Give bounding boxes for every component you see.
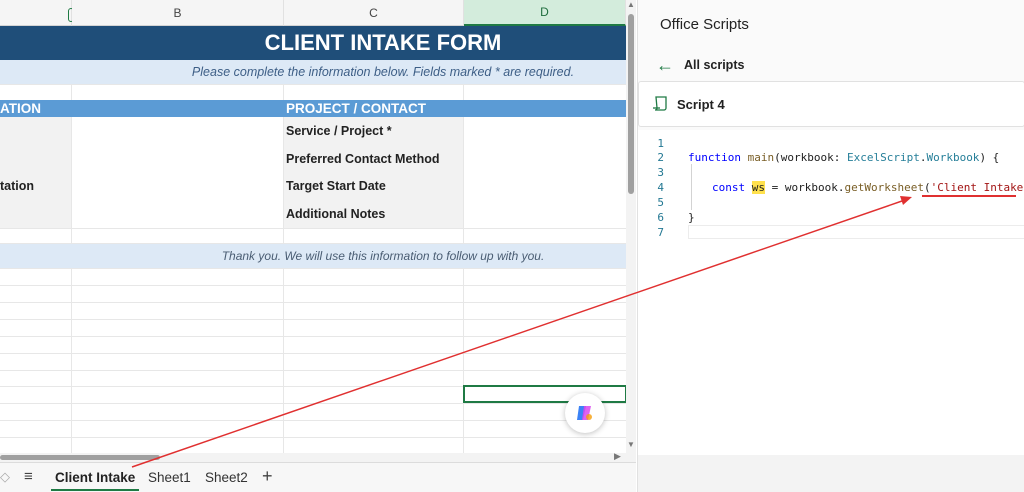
form-title: CLIENT INTAKE FORM [0, 26, 626, 60]
sheet-tab-bar: ◇ ≡ Client Intake Sheet1 Sheet2 + [0, 462, 636, 492]
indent-guide [691, 164, 692, 210]
field-label-start-date: Target Start Date [286, 179, 386, 193]
code-string-literal: 'Client Intake' [930, 181, 1024, 194]
left-field-label: tation [0, 179, 35, 193]
grid-line [0, 403, 626, 404]
column-header-d[interactable]: D [464, 0, 626, 26]
grid-line [0, 420, 626, 421]
app-root: B C D CLIENT INTAKE FORM Please complete… [0, 0, 1024, 492]
column-header-c[interactable]: C [284, 0, 464, 26]
scroll-down-arrow-icon[interactable]: ▼ [627, 440, 635, 449]
script-header[interactable]: Script 4 [638, 81, 1024, 127]
all-scripts-back-button[interactable]: ← All scripts [656, 55, 745, 75]
code-line-2: function main(workbook: ExcelScript.Work… [688, 151, 999, 164]
code-type: Workbook [926, 151, 980, 164]
scroll-up-arrow-icon[interactable]: ▲ [627, 0, 635, 9]
horizontal-scroll-thumb[interactable] [0, 455, 160, 460]
horizontal-scrollbar[interactable]: ▶ [0, 451, 626, 462]
script-file-icon [653, 96, 667, 111]
pane-footer [638, 455, 1024, 492]
line-number: 1 [657, 137, 664, 150]
code-assignment: = workbook. [765, 181, 845, 194]
field-label-notes: Additional Notes [286, 207, 386, 221]
all-scripts-label: All scripts [684, 58, 745, 72]
copilot-icon [577, 406, 592, 420]
line-number: 2 [657, 151, 664, 164]
line-number: 4 [657, 181, 664, 194]
annotation-underline [922, 195, 1016, 197]
line-number: 6 [657, 211, 664, 224]
grid-line [0, 336, 626, 337]
column-header-b[interactable]: B [72, 0, 284, 26]
line-number: 5 [657, 196, 664, 209]
copilot-button[interactable] [565, 393, 605, 433]
grid-line [0, 437, 626, 438]
line-number: 7 [657, 226, 664, 239]
grid-line [0, 285, 626, 286]
code-type: ExcelScript [846, 151, 920, 164]
sheet-tab-sheet1[interactable]: Sheet1 [148, 470, 191, 485]
selected-cell[interactable] [463, 385, 626, 403]
grid-line [0, 370, 626, 371]
grid-line [0, 228, 626, 229]
grid-line [0, 302, 626, 303]
column-header-a[interactable] [0, 0, 72, 26]
label-cell-block-left [0, 117, 71, 228]
line-number: 3 [657, 166, 664, 179]
section-header-project-contact: PROJECT / CONTACT [286, 101, 427, 116]
section-header-left: ATION [0, 101, 41, 116]
back-arrow-icon: ← [656, 55, 674, 75]
form-subtitle: Please complete the information below. F… [0, 60, 626, 84]
section-header-band: ATION PROJECT / CONTACT [0, 100, 626, 117]
spreadsheet-grid[interactable]: B C D CLIENT INTAKE FORM Please complete… [0, 0, 626, 462]
code-keyword: const [712, 181, 746, 194]
code-paren: ( [923, 181, 931, 194]
field-label-contact-method: Preferred Contact Method [286, 152, 440, 166]
form-thank-you-note: Thank you. We will use this information … [0, 244, 626, 268]
sheet-tab-client-intake[interactable]: Client Intake [50, 470, 140, 491]
code-method-name: getWorksheet [844, 181, 924, 194]
code-function-name: main [747, 151, 775, 164]
code-keyword: function [688, 151, 741, 164]
sheet-nav-arrow-icon[interactable]: ◇ [0, 469, 10, 485]
grid-line [0, 353, 626, 354]
current-line-highlight [688, 225, 1024, 239]
script-name: Script 4 [677, 97, 725, 112]
office-scripts-pane: Office Scripts ← All scripts Script 4 1 … [637, 0, 1024, 492]
code-params: (workbook: [774, 151, 847, 164]
sheet-tab-sheet2[interactable]: Sheet2 [205, 470, 248, 485]
vertical-scrollbar[interactable]: ▲ ▼ [626, 0, 636, 462]
vertical-scroll-thumb[interactable] [628, 14, 634, 194]
field-label-service-project: Service / Project * [286, 124, 392, 138]
code-brace: ) { [979, 151, 1000, 164]
grid-line [0, 319, 626, 320]
grid-line [0, 84, 626, 85]
all-sheets-menu-icon[interactable]: ≡ [24, 468, 33, 485]
pane-title: Office Scripts [660, 16, 749, 33]
add-sheet-button[interactable]: + [262, 466, 273, 487]
code-editor[interactable]: 1 2 3 4 5 6 7 function main(workbook: Ex… [638, 130, 1024, 455]
code-line-6: } [688, 211, 695, 224]
code-line-4: const ws = workbook.getWorksheet('Client… [712, 181, 1024, 194]
grid-line [0, 268, 626, 269]
scroll-right-arrow-icon[interactable]: ▶ [614, 451, 621, 462]
code-variable-highlighted: ws [751, 181, 765, 194]
